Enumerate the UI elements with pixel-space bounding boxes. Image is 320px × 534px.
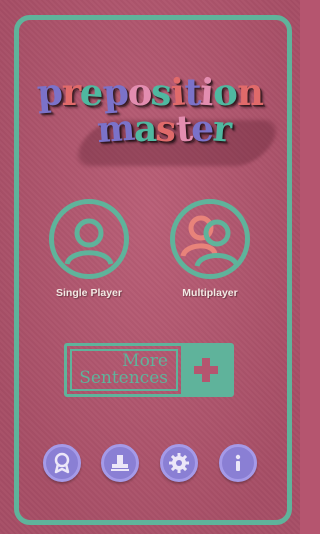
person-icon bbox=[64, 218, 114, 266]
info-icon bbox=[235, 454, 241, 471]
award-icon bbox=[54, 452, 70, 474]
plus-icon-box bbox=[181, 346, 231, 394]
logo-title-line2: master bbox=[14, 106, 314, 152]
single-player-button[interactable]: Single Player bbox=[39, 199, 139, 299]
multiplayer-label: Multiplayer bbox=[182, 287, 238, 299]
gear-icon bbox=[169, 453, 189, 473]
multiplayer-button[interactable]: Multiplayer bbox=[160, 199, 260, 299]
logo-letter: e bbox=[191, 108, 214, 150]
achievements-button[interactable] bbox=[43, 444, 81, 482]
more-sentences-button[interactable]: More Sentences bbox=[64, 343, 234, 397]
sentences-label: Sentences bbox=[79, 368, 168, 388]
logo-letter: s bbox=[154, 107, 178, 151]
people-icon bbox=[180, 215, 240, 268]
plus-icon bbox=[194, 358, 218, 382]
more-sentences-text: More Sentences bbox=[70, 349, 178, 391]
single-player-circle bbox=[49, 199, 129, 279]
stamp-icon bbox=[111, 455, 129, 471]
settings-button[interactable] bbox=[160, 444, 198, 482]
info-button[interactable] bbox=[219, 444, 257, 482]
logo-letter: r bbox=[211, 107, 233, 151]
leaderboard-button[interactable] bbox=[101, 444, 139, 482]
single-player-label: Single Player bbox=[56, 287, 122, 299]
logo-letter: t bbox=[174, 107, 193, 151]
logo-letter: a bbox=[133, 108, 157, 150]
logo-letter: m bbox=[95, 106, 136, 152]
multiplayer-circle bbox=[170, 199, 250, 279]
